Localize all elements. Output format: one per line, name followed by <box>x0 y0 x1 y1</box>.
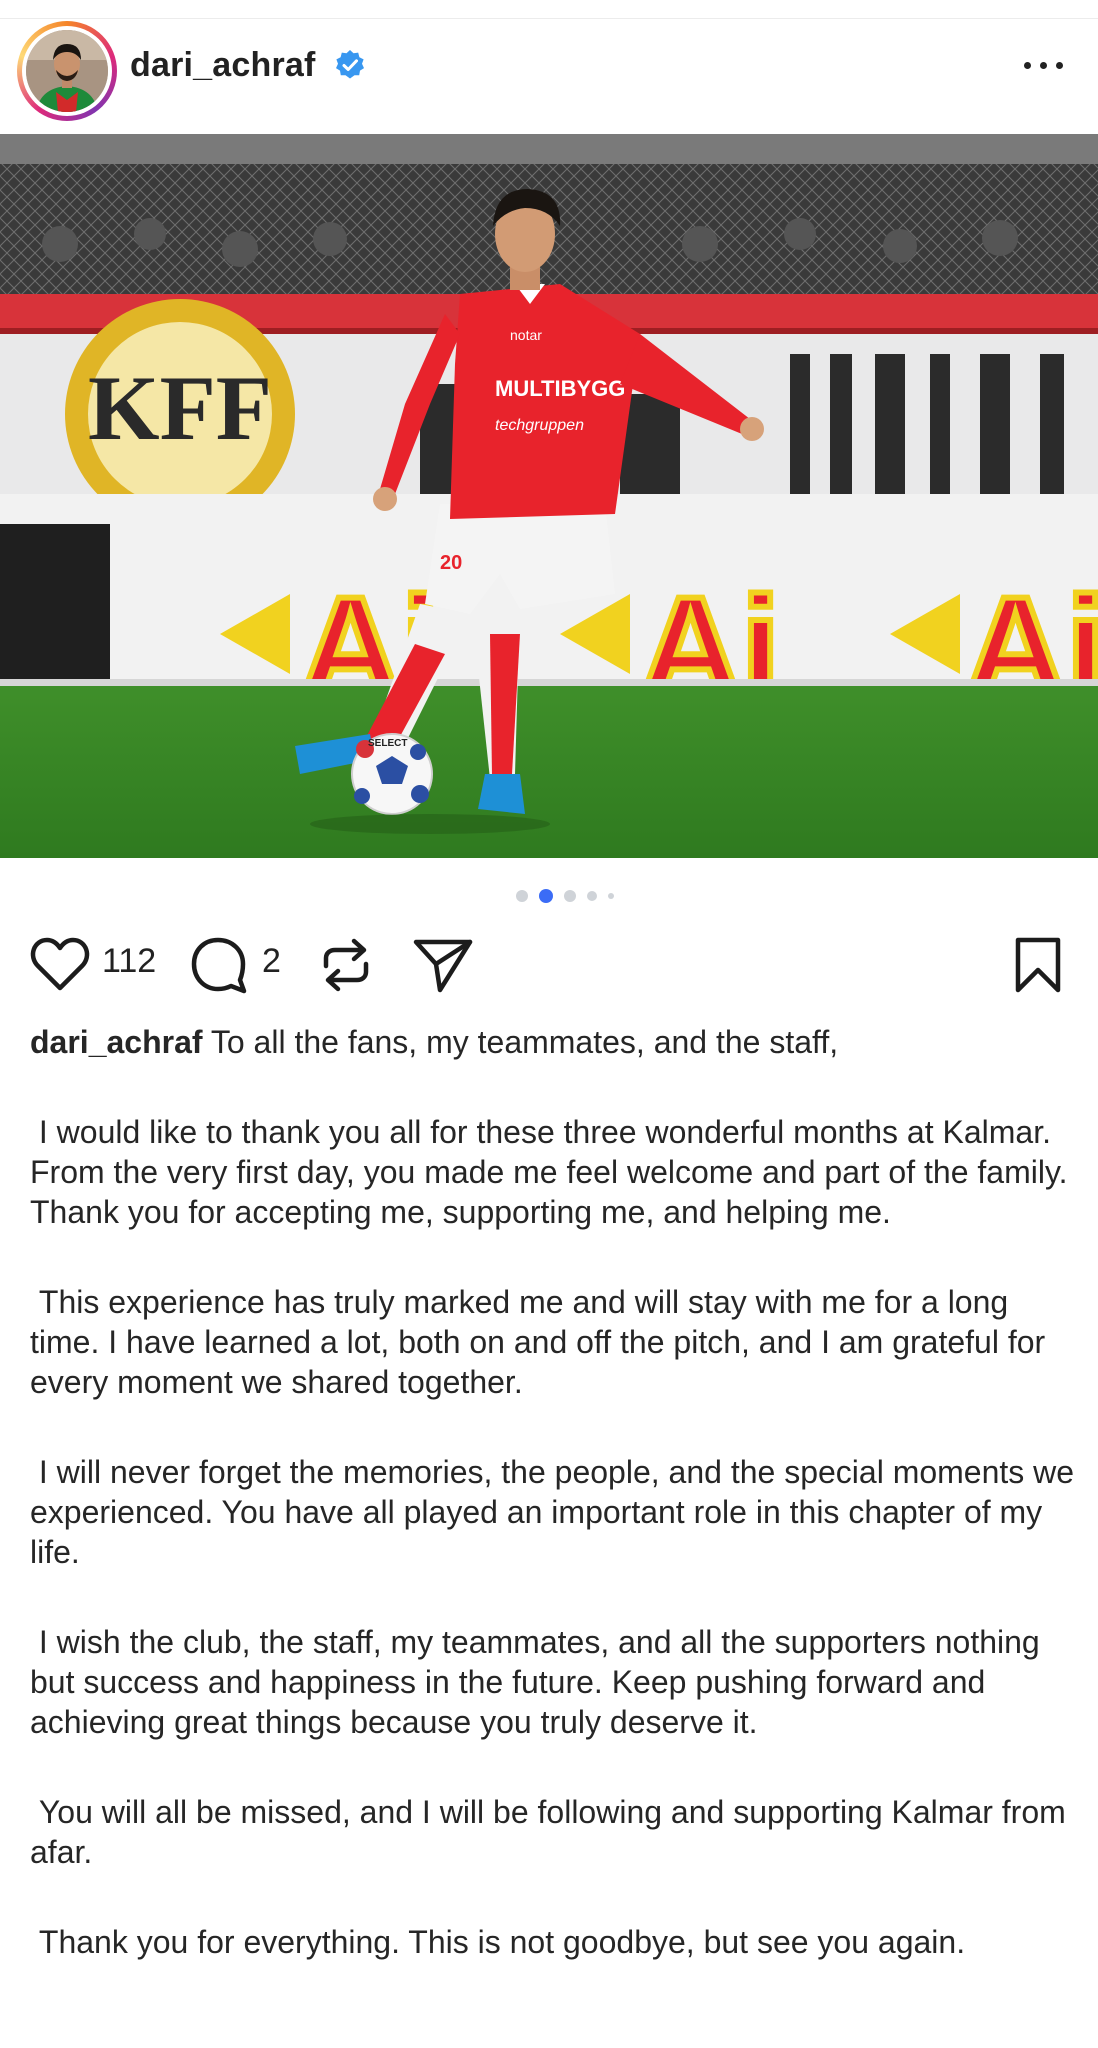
crest-text: KFF <box>88 357 272 459</box>
caption-text: To all the fans, my teammates, and the s… <box>210 1024 839 1060</box>
verified-badge-icon <box>336 50 364 79</box>
caption-text: I will never forget the memories, the pe… <box>30 1454 1075 1570</box>
caption-paragraph: You will all be missed, and I will be fo… <box>30 1792 1075 1872</box>
shirt-top-sponsor: notar <box>510 327 542 343</box>
carousel-dot <box>516 890 528 902</box>
ball-brand: SELECT <box>368 738 407 749</box>
caption-text: Thank you for everything. This is not go… <box>38 1924 966 1960</box>
caption-author[interactable]: dari_achraf <box>30 1024 203 1060</box>
caption-text: I wish the club, the staff, my teammates… <box>30 1624 1040 1740</box>
football: SELECT <box>351 733 433 815</box>
shirt-sponsor: MULTIBYGG <box>495 376 625 401</box>
carousel-dot <box>539 889 553 903</box>
bookmark-icon[interactable] <box>1014 936 1062 994</box>
status-divider <box>0 0 1098 19</box>
post-actions: 112 2 <box>0 930 1098 1000</box>
comment-icon[interactable] <box>190 936 248 994</box>
carousel-indicator <box>510 888 640 904</box>
caption-paragraph: I would like to thank you all for these … <box>30 1112 1075 1232</box>
carousel-dot <box>608 893 614 899</box>
caption-paragraph: dari_achraf To all the fans, my teammate… <box>30 1022 1075 1062</box>
caption-paragraph: This experience has truly marked me and … <box>30 1282 1075 1402</box>
heart-icon[interactable] <box>30 936 90 992</box>
post-header: dari_achraf <box>0 18 1098 134</box>
shirt-sponsor-secondary: techgruppen <box>495 417 584 434</box>
carousel-dot <box>587 891 597 901</box>
post-caption: dari_achraf To all the fans, my teammate… <box>30 1022 1075 2012</box>
repost-icon[interactable] <box>318 936 374 994</box>
caption-text: This experience has truly marked me and … <box>30 1284 1046 1400</box>
shorts-number: 20 <box>440 552 462 574</box>
more-options-icon[interactable] <box>1020 50 1068 80</box>
comment-count[interactable]: 2 <box>262 942 281 981</box>
avatar[interactable] <box>17 21 117 121</box>
carousel-dot <box>564 890 576 902</box>
like-count[interactable]: 112 <box>102 942 156 981</box>
caption-text: You will all be missed, and I will be fo… <box>30 1794 1066 1870</box>
avatar-photo <box>26 30 108 112</box>
post-username[interactable]: dari_achraf <box>130 46 316 85</box>
caption-text: I would like to thank you all for these … <box>30 1114 1068 1230</box>
caption-paragraph: I wish the club, the staff, my teammates… <box>30 1622 1075 1742</box>
caption-paragraph: I will never forget the memories, the pe… <box>30 1452 1075 1572</box>
send-icon[interactable] <box>412 936 474 994</box>
post-photo[interactable]: KFF Aj Aj Aj 20 notar MULTIBYGG techgrup… <box>0 134 1098 858</box>
caption-paragraph: Thank you for everything. This is not go… <box>30 1922 1075 1962</box>
